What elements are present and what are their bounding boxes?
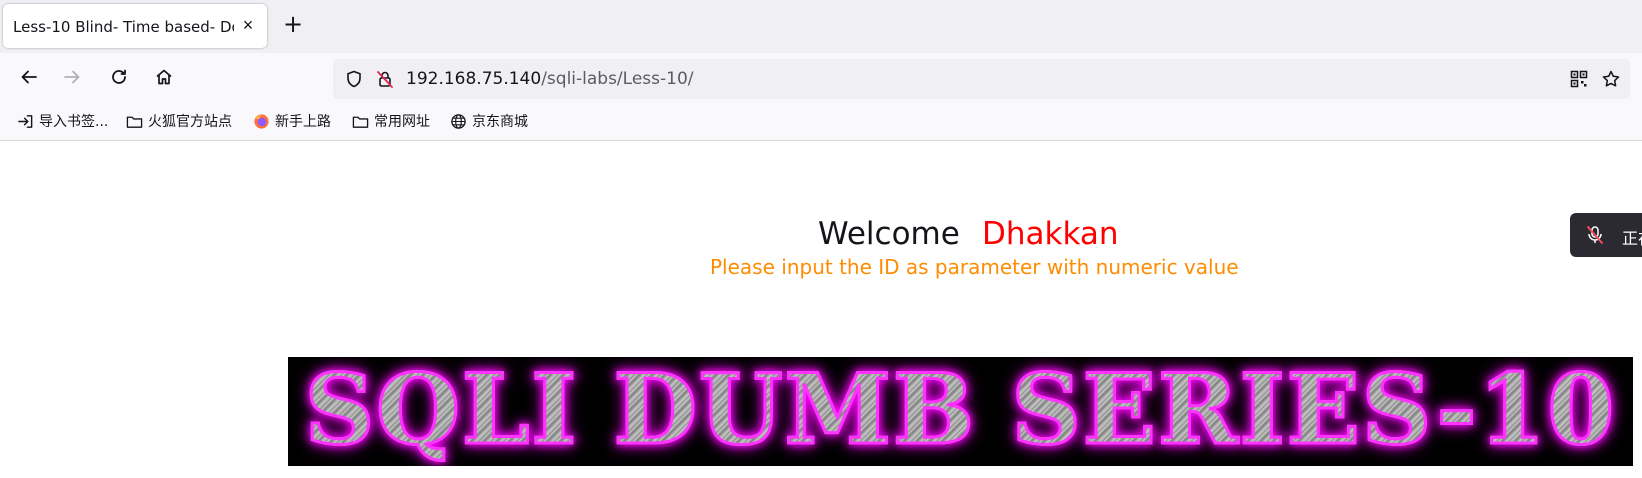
reload-button[interactable] <box>104 62 134 92</box>
banner-title: SQLI DUMB SERIES-10 <box>288 357 1633 466</box>
firefox-icon <box>254 113 269 129</box>
url-host: 192.168.75.140 <box>406 69 542 89</box>
bookmark-jd-mall[interactable]: 京东商城 <box>450 110 528 132</box>
mic-sharing-indicator[interactable]: 正在 <box>1570 213 1642 257</box>
mic-notice-text: 正在 <box>1622 229 1642 248</box>
bookmark-label: 导入书签... <box>39 114 109 130</box>
bookmark-firefox-site[interactable]: 火狐官方站点 <box>126 110 232 132</box>
bookmark-label: 京东商城 <box>472 114 528 130</box>
instruction-text: Please input the ID as parameter with nu… <box>710 255 1239 279</box>
folder-icon <box>352 116 369 128</box>
forward-arrow-icon <box>64 70 80 84</box>
nav-bar: 192.168.75.140/sqli-labs/Less-10/ <box>0 53 1642 101</box>
tab-close-icon[interactable]: × <box>237 14 259 36</box>
tab-active[interactable]: Less-10 Blind- Time based- Dou × <box>3 4 267 48</box>
tab-title: Less-10 Blind- Time based- Dou <box>13 18 234 36</box>
back-arrow-icon <box>21 70 37 84</box>
mic-muted-icon <box>1587 226 1603 244</box>
shield-icon[interactable] <box>344 69 364 89</box>
qr-code-icon[interactable] <box>1569 69 1589 89</box>
home-icon <box>156 69 172 85</box>
new-tab-button[interactable]: + <box>280 12 306 38</box>
welcome-name: Dhakkan <box>982 216 1119 252</box>
reload-icon <box>112 69 126 84</box>
bookmark-import[interactable]: 导入书签... <box>17 110 108 132</box>
url-path: /sqli-labs/Less-10/ <box>541 69 694 89</box>
import-icon <box>18 114 33 128</box>
folder-icon <box>126 116 143 128</box>
tab-strip: Less-10 Blind- Time based- Dou × + <box>0 0 1642 53</box>
back-button[interactable] <box>14 62 44 92</box>
url-text[interactable]: 192.168.75.140/sqli-labs/Less-10/ <box>406 69 694 89</box>
forward-button[interactable] <box>57 62 87 92</box>
bookmark-star-icon[interactable] <box>1601 69 1621 89</box>
bookmark-label: 常用网址 <box>374 114 430 130</box>
globe-icon <box>451 113 466 129</box>
series-banner-image: SQLI DUMB SERIES-10 <box>288 357 1633 466</box>
url-bar[interactable]: 192.168.75.140/sqli-labs/Less-10/ <box>333 59 1630 99</box>
bookmark-label: 火狐官方站点 <box>148 114 232 130</box>
bookmark-common-sites[interactable]: 常用网址 <box>352 110 430 132</box>
insecure-lock-icon[interactable] <box>375 69 395 89</box>
bookmark-label: 新手上路 <box>275 114 331 130</box>
home-button[interactable] <box>149 62 179 92</box>
bookmark-getting-started[interactable]: 新手上路 <box>253 110 331 132</box>
welcome-text: Welcome <box>818 216 960 252</box>
page-content: Welcome Dhakkan Please input the ID as p… <box>0 141 1642 478</box>
bookmarks-bar: 导入书签... 火狐官方站点 新手上路 常用网址 京东商城 <box>0 101 1642 141</box>
